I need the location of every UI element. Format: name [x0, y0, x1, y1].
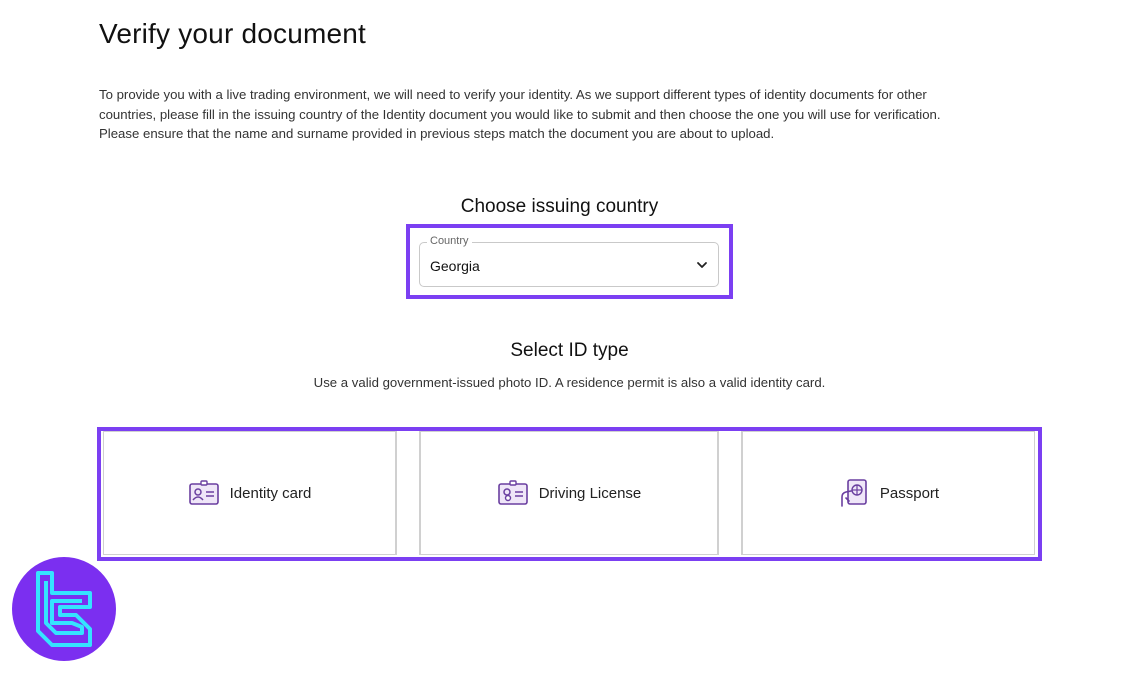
passport-icon	[841, 479, 867, 507]
id-type-section-title: Select ID type	[510, 340, 629, 361]
card-divider	[718, 431, 719, 555]
country-field-label: Country	[427, 235, 472, 247]
id-option-identity-card[interactable]: Identity card	[103, 431, 396, 555]
id-option-passport[interactable]: Passport	[742, 431, 1035, 555]
intro-line: To provide you with a live trading envir…	[99, 87, 927, 102]
intro-line: countries, please fill in the issuing co…	[99, 106, 941, 122]
intro-line: Please ensure that the name and surname …	[99, 126, 775, 141]
id-option-label: Passport	[879, 484, 940, 502]
id-option-driving-license[interactable]: Driving License	[420, 431, 718, 555]
driving-license-icon	[497, 480, 528, 505]
brand-logo	[12, 557, 116, 661]
page-title: Verify your document	[99, 18, 367, 49]
id-type-subtitle: Use a valid government-issued photo ID. …	[313, 375, 826, 390]
brand-logo-mark	[36, 571, 92, 647]
country-select[interactable]: Country Georgia	[419, 235, 719, 287]
id-card-icon	[188, 480, 219, 505]
country-selected-value: Georgia	[430, 258, 480, 274]
card-divider	[396, 431, 397, 555]
chevron-down-icon	[697, 262, 707, 268]
intro-text: To provide you with a live trading envir…	[99, 85, 1039, 144]
id-option-label: Identity card	[229, 484, 312, 502]
country-section-title: Choose issuing country	[460, 196, 659, 217]
id-option-label: Driving License	[538, 484, 642, 502]
